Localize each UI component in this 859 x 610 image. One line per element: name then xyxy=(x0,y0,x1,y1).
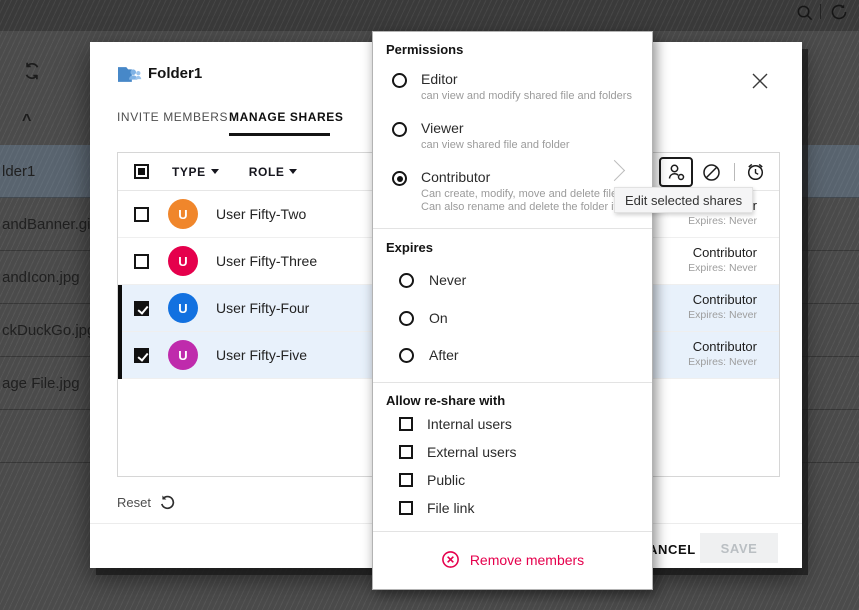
radio-expires-after[interactable] xyxy=(399,348,414,363)
block-shares-button[interactable] xyxy=(701,162,722,183)
edit-shares-tooltip: Edit selected shares xyxy=(614,187,753,213)
person-edit-icon xyxy=(666,162,686,182)
save-button[interactable]: SAVE xyxy=(700,533,778,563)
member-name: User Fifty-Three xyxy=(216,253,317,269)
radio-expires-on[interactable] xyxy=(399,311,414,326)
popup-divider xyxy=(373,382,652,383)
permissions-title: Permissions xyxy=(386,42,463,57)
dialog-title: Folder1 xyxy=(148,65,202,82)
undo-icon xyxy=(159,494,176,511)
radio-editor-label[interactable]: Editor xyxy=(421,71,458,87)
member-expiry: Expires: Never xyxy=(688,262,757,274)
member-expiry: Expires: Never xyxy=(688,356,757,368)
radio-expires-never-label[interactable]: Never xyxy=(429,272,466,288)
reset-label: Reset xyxy=(117,495,151,510)
row-checkbox[interactable] xyxy=(134,348,149,363)
member-role: Contributor xyxy=(688,339,757,354)
expires-title: Expires xyxy=(386,240,433,255)
row-checkbox[interactable] xyxy=(134,207,149,222)
radio-viewer[interactable] xyxy=(392,122,407,137)
member-name: User Fifty-Five xyxy=(216,347,307,363)
avatar: U xyxy=(168,293,198,323)
checkbox-public-label[interactable]: Public xyxy=(427,472,465,488)
avatar: U xyxy=(168,199,198,229)
checkbox-external-users[interactable] xyxy=(399,445,413,459)
row-checkbox[interactable] xyxy=(134,254,149,269)
member-role: Contributor xyxy=(688,292,757,307)
popup-divider xyxy=(373,228,652,229)
topbar-divider xyxy=(820,4,821,19)
member-name: User Fifty-Four xyxy=(216,300,309,316)
checkbox-file-link[interactable] xyxy=(399,501,413,515)
remove-circle-icon xyxy=(441,550,460,569)
radio-contributor[interactable] xyxy=(392,171,407,186)
block-icon xyxy=(701,162,722,183)
remove-members-label: Remove members xyxy=(470,552,584,568)
column-type[interactable]: TYPE xyxy=(172,165,219,179)
recent-activity-icon xyxy=(829,2,849,22)
edit-selected-shares-button[interactable] xyxy=(659,157,693,187)
search-icon xyxy=(795,3,814,22)
column-role[interactable]: ROLE xyxy=(249,165,298,179)
radio-expires-never[interactable] xyxy=(399,273,414,288)
shared-folder-icon xyxy=(118,65,142,84)
radio-editor-desc: can view and modify shared file and fold… xyxy=(421,90,632,102)
checkbox-internal-users-label[interactable]: Internal users xyxy=(427,416,512,432)
close-icon[interactable] xyxy=(751,72,771,92)
radio-contributor-label[interactable]: Contributor xyxy=(421,169,490,185)
avatar: U xyxy=(168,340,198,370)
tab-invite-members[interactable]: INVITE MEMBERS xyxy=(117,110,228,124)
chevron-down-icon xyxy=(211,169,219,174)
reset-button[interactable]: Reset xyxy=(117,494,176,511)
toolbar-divider xyxy=(734,163,735,181)
member-role: Contributor xyxy=(688,245,757,260)
sort-ascending-icon: ^ xyxy=(22,112,31,130)
radio-editor[interactable] xyxy=(392,73,407,88)
checkbox-external-users-label[interactable]: External users xyxy=(427,444,516,460)
select-all-checkbox[interactable] xyxy=(134,164,149,179)
screen: ^ lder1 andBanner.gif andIcon.jpg ckDuck… xyxy=(0,0,859,610)
reshare-title: Allow re-share with xyxy=(386,393,505,408)
remove-members-button[interactable]: Remove members xyxy=(373,550,652,569)
member-expiry: Expires: Never xyxy=(688,215,757,227)
avatar: U xyxy=(168,246,198,276)
expire-shares-button[interactable] xyxy=(744,160,767,183)
row-checkbox[interactable] xyxy=(134,301,149,316)
active-tab-underline xyxy=(229,133,330,136)
radio-viewer-label[interactable]: Viewer xyxy=(421,120,464,136)
checkbox-public[interactable] xyxy=(399,473,413,487)
radio-expires-after-label[interactable]: After xyxy=(429,347,459,363)
radio-viewer-desc: can view shared file and folder xyxy=(421,139,570,151)
refresh-icon xyxy=(22,61,42,81)
tab-manage-shares[interactable]: MANAGE SHARES xyxy=(229,110,343,124)
chevron-down-icon xyxy=(289,169,297,174)
radio-expires-on-label[interactable]: On xyxy=(429,310,448,326)
background-topbar xyxy=(0,0,859,31)
edit-share-popup: Permissions Editor can view and modify s… xyxy=(372,31,653,590)
member-name: User Fifty-Two xyxy=(216,206,306,222)
checkbox-internal-users[interactable] xyxy=(399,417,413,431)
popup-divider xyxy=(373,531,652,532)
member-expiry: Expires: Never xyxy=(688,309,757,321)
alarm-clock-icon xyxy=(744,160,767,183)
radio-contributor-desc: Can create, modify, move and delete file… xyxy=(421,188,623,200)
radio-contributor-desc2: Can also rename and delete the folder it… xyxy=(421,201,634,213)
checkbox-file-link-label[interactable]: File link xyxy=(427,500,474,516)
